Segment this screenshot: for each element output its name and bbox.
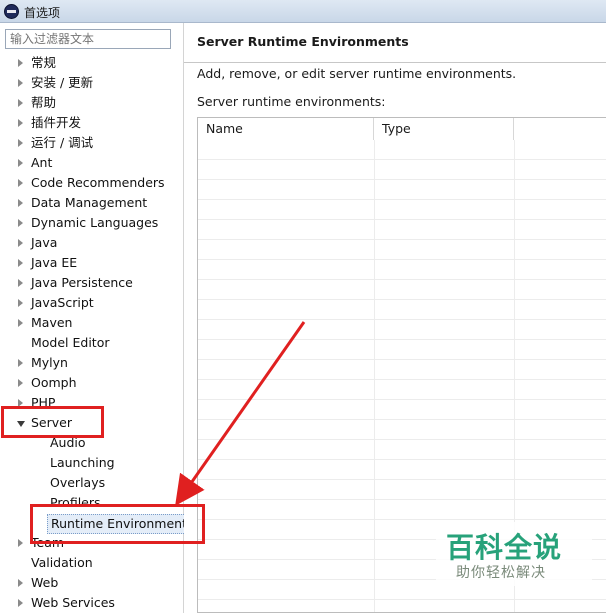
arrow-line xyxy=(175,321,306,506)
watermark: 百科全说 助你轻松解决 xyxy=(436,522,592,586)
watermark-title: 百科全说 xyxy=(446,531,563,564)
watermark-subtitle: 助你轻松解决 xyxy=(456,565,546,581)
